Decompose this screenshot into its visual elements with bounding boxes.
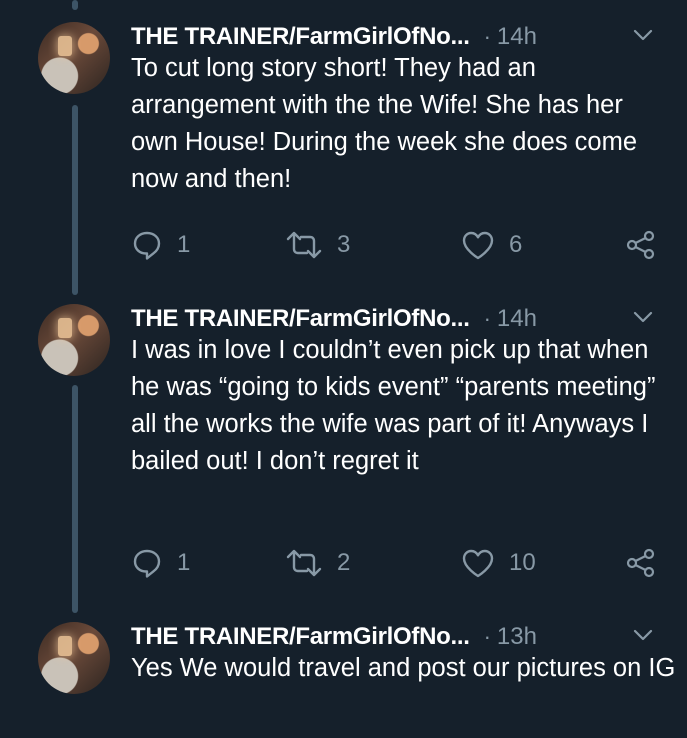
tweet-text: Yes We would travel and post our picture…: [131, 654, 676, 682]
retweet-count: 2: [337, 549, 351, 576]
like-count: 10: [509, 549, 536, 576]
tweet-text: I was in love I couldn’t even pick up th…: [131, 336, 656, 475]
retweet-count: 3: [337, 231, 351, 258]
chevron-down-icon[interactable]: [633, 628, 653, 642]
reply-button[interactable]: 1: [131, 546, 190, 580]
timestamp[interactable]: 14h: [497, 23, 537, 51]
thread-line-top: [72, 0, 78, 10]
avatar[interactable]: [38, 304, 110, 376]
reply-icon: [133, 549, 161, 578]
separator-dot: ·: [483, 624, 491, 649]
share-button[interactable]: [625, 546, 657, 580]
share-icon: [626, 548, 655, 578]
author-name[interactable]: THE TRAINER/FarmGirlOfNo...: [131, 23, 470, 51]
share-icon: [626, 230, 655, 260]
retweet-icon: [286, 549, 322, 577]
reply-button[interactable]: 1: [131, 228, 190, 262]
chevron-down-icon[interactable]: [633, 310, 653, 324]
tweet[interactable]: THE TRAINER/FarmGirlOfNo... · 13h Yes We…: [0, 622, 687, 738]
like-button[interactable]: 10: [461, 546, 536, 580]
tweet-header: THE TRAINER/FarmGirlOfNo... · 14h: [131, 22, 537, 52]
tweet-actions: 1 2 10: [131, 546, 661, 580]
chevron-down-icon[interactable]: [633, 28, 653, 42]
author-name[interactable]: THE TRAINER/FarmGirlOfNo...: [131, 305, 470, 333]
tweet-header: THE TRAINER/FarmGirlOfNo... · 13h: [131, 622, 537, 652]
tweet[interactable]: THE TRAINER/FarmGirlOfNo... · 14h I was …: [0, 304, 687, 604]
separator-dot: ·: [483, 24, 491, 49]
like-count: 6: [509, 231, 523, 258]
tweet[interactable]: THE TRAINER/FarmGirlOfNo... · 14h To cut…: [0, 22, 687, 282]
reply-icon: [133, 231, 161, 260]
like-button[interactable]: 6: [461, 228, 522, 262]
avatar[interactable]: [38, 622, 110, 694]
like-icon: [462, 231, 494, 260]
timestamp[interactable]: 13h: [497, 623, 537, 651]
reply-count: 1: [177, 549, 191, 576]
retweet-button[interactable]: 3: [285, 228, 350, 262]
reply-count: 1: [177, 231, 191, 258]
author-name[interactable]: THE TRAINER/FarmGirlOfNo...: [131, 623, 470, 651]
share-button[interactable]: [625, 228, 657, 262]
tweet-text: To cut long story short! They had an arr…: [131, 54, 638, 193]
like-icon: [462, 549, 494, 578]
tweet-actions: 1 3 6: [131, 228, 661, 262]
tweet-header: THE TRAINER/FarmGirlOfNo... · 14h: [131, 304, 537, 334]
timestamp[interactable]: 14h: [497, 305, 537, 333]
retweet-button[interactable]: 2: [285, 546, 350, 580]
retweet-icon: [286, 231, 322, 259]
avatar[interactable]: [38, 22, 110, 94]
separator-dot: ·: [483, 306, 491, 331]
